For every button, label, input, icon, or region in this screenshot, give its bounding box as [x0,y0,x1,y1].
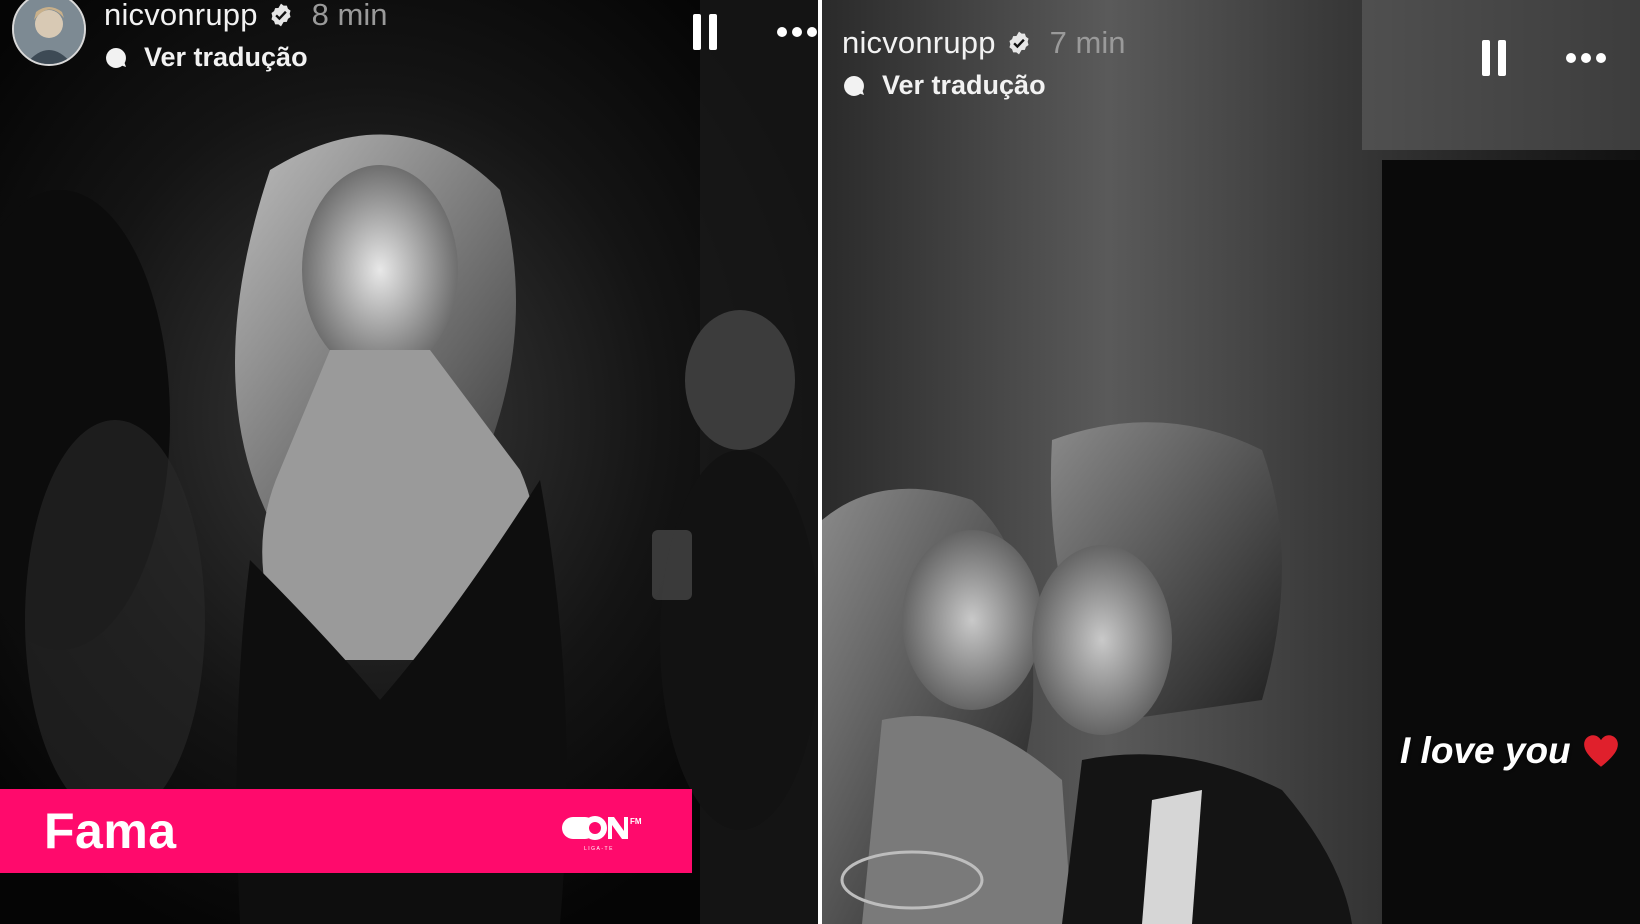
logo-tagline: LIGA-TE [584,846,614,852]
translate-label: Ver tradução [144,42,308,72]
story-panel-right: nicvonrupp 7 min Ver tradução I love you [822,0,1640,924]
verified-badge-icon [271,3,291,27]
logo-superscript: FM [630,817,642,826]
verified-badge-icon [1009,31,1029,55]
story-photo-woman-party [0,0,818,924]
avatar[interactable] [12,0,86,66]
name-row: nicvonrupp 8 min [104,0,387,38]
story-meta: nicvonrupp 8 min Ver tradução [104,0,387,73]
username[interactable]: nicvonrupp [104,0,258,33]
story-header: nicvonrupp 8 min Ver tradução [12,0,387,73]
story-panel-left: nicvonrupp 8 min Ver tradução [0,0,818,924]
name-row: nicvonrupp 7 min [842,20,1125,66]
pause-icon[interactable] [693,14,717,50]
timestamp: 7 min [1049,25,1126,60]
translate-bubble-icon [106,47,126,68]
heart-icon [1583,735,1618,767]
radio-logo: FM LIGA-TE [562,816,642,852]
pause-icon[interactable] [1482,40,1506,76]
story-controls [1482,40,1606,76]
story-photo-couple-kiss [822,0,1640,924]
translate-link[interactable]: Ver tradução [842,70,1125,101]
translate-link[interactable]: Ver tradução [104,42,387,73]
more-options-icon[interactable] [1566,53,1606,63]
story-controls [693,14,817,50]
category-banner: Fama FM LIGA-TE [0,789,692,873]
translate-label: Ver tradução [882,70,1046,100]
translate-bubble-icon [844,75,864,96]
more-options-icon[interactable] [777,27,817,37]
sticker-text: I love you [1400,730,1571,771]
username[interactable]: nicvonrupp [842,25,996,61]
timestamp: 8 min [311,0,388,32]
story-header: nicvonrupp 7 min Ver tradução [842,20,1125,101]
story-meta: nicvonrupp 7 min Ver tradução [842,20,1125,101]
text-sticker: I love you [1400,730,1619,772]
banner-title: Fama [44,803,177,859]
